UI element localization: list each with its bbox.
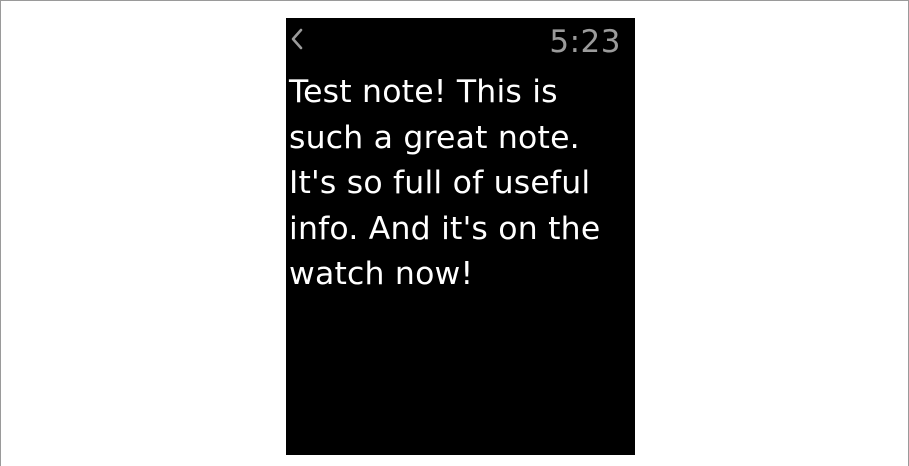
watch-screen: 5:23 Test note! This is such a great not… bbox=[286, 18, 635, 455]
chevron-left-icon bbox=[291, 28, 303, 50]
status-time: 5:23 bbox=[549, 24, 621, 60]
status-bar: 5:23 bbox=[286, 18, 635, 66]
note-text: Test note! This is such a great note. It… bbox=[289, 74, 601, 292]
figure-frame: 5:23 Test note! This is such a great not… bbox=[0, 0, 909, 466]
back-button[interactable] bbox=[288, 26, 306, 52]
